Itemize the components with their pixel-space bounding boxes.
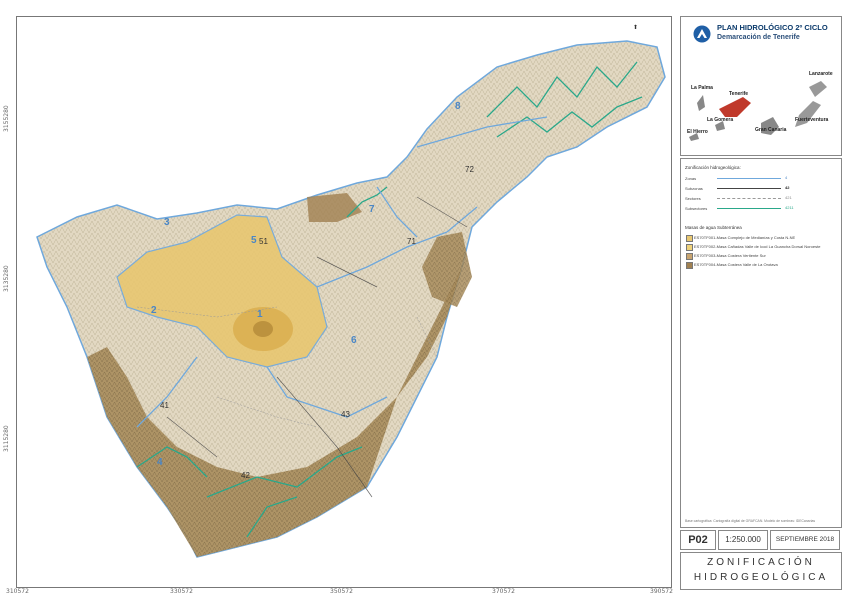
legend-val-zonas: 4: [785, 175, 788, 180]
mass-label: ES70TF001-Masa Complejo de Medianías y C…: [694, 235, 796, 240]
subzone-label-43: 43: [341, 410, 350, 419]
coord-x-label: 350572: [330, 588, 353, 595]
subzone-label-41: 41: [160, 401, 169, 410]
legend-row-zonas: Zonas: [685, 176, 697, 181]
zone-label-7: 7: [369, 204, 375, 215]
label-la-palma: La Palma: [691, 85, 713, 91]
coord-y-label: 3155280: [3, 105, 10, 132]
zone-label-6: 6: [351, 335, 357, 346]
legend-val-sectores: 421: [785, 195, 792, 200]
legend-row-subsectores: Subsectores: [685, 206, 708, 211]
logo-icon: [693, 25, 711, 43]
subzone-label-51: 51: [259, 237, 268, 246]
subzone-label-71: 71: [407, 237, 416, 246]
code-row: P02 1:250.000 SEPTIEMBRE 2018: [680, 530, 840, 550]
label-fuerteventura: Fuerteventura: [795, 117, 829, 123]
plan-subtitle: Demarcación de Tenerife: [717, 34, 800, 41]
map-scale: 1:250.000: [718, 530, 768, 550]
label-lanzarote: Lanzarote: [809, 71, 833, 77]
label-la-gomera: La Gomera: [707, 117, 734, 123]
zone-label-2: 2: [151, 305, 157, 316]
title-panel: PLAN HIDROLÓGICO 2º CICLO Demarcación de…: [680, 16, 842, 156]
zone-label-4: 4: [157, 457, 163, 468]
coord-x-label: 330572: [170, 588, 193, 595]
map-date: SEPTIEMBRE 2018: [770, 530, 840, 550]
mass-swatch: [686, 235, 693, 242]
masses-heading: Masas de agua Subterránea: [685, 225, 742, 230]
legend-panel: Zonificación hidrogeológica: Zonas 4 Sub…: [680, 158, 842, 528]
legend-row-subzonas: Subzonas: [685, 186, 703, 191]
coord-y-label: 3135280: [3, 265, 10, 292]
mass-swatch: [686, 253, 693, 260]
map-name-line1: ZONIFICACIÓN: [707, 557, 815, 568]
label-gran-canaria: Gran Canaria: [755, 127, 787, 133]
map-code: P02: [680, 530, 716, 550]
subzone-label-42: 42: [241, 471, 250, 480]
north-arrow-icon: ⬆: [633, 25, 639, 31]
legend-val-subzonas: 42: [785, 185, 790, 190]
subzone-label-72: 72: [465, 165, 474, 174]
label-tenerife: Tenerife: [729, 91, 749, 97]
map-name-panel: ZONIFICACIÓN HIDROGEOLÓGICA: [680, 552, 842, 590]
plan-title: PLAN HIDROLÓGICO 2º CICLO: [717, 23, 828, 32]
legend-val-subsectores: 4211: [785, 205, 794, 210]
legend-heading: Zonificación hidrogeológica:: [685, 165, 741, 170]
mass-swatch: [686, 262, 693, 269]
coord-y-label: 3115280: [3, 425, 10, 452]
map-credits: Base cartográfica: Cartografía digital d…: [685, 519, 816, 523]
mass-label: ES70TF003-Masa Costera Vertiente Sur: [694, 253, 766, 258]
coord-x-label: 370572: [492, 588, 515, 595]
header-title: PLAN HIDROLÓGICO 2º CICLO Demarcación de…: [717, 23, 828, 43]
map-frame: 1 2 3 4 5 6 7 8 41 42 43 51 71 72: [16, 16, 672, 588]
mass-label: ES70TF004-Masa Costera Valle de La Orota…: [694, 262, 778, 267]
legend-row-sectores: Sectores: [685, 196, 701, 201]
coord-x-label: 310572: [6, 588, 29, 595]
teide-summit: [253, 321, 273, 337]
tenerife-map: [36, 40, 666, 558]
zone-label-1: 1: [257, 309, 263, 320]
mass-label: ES70TF002-Masa Cañadas Valle de Icod La …: [694, 244, 821, 249]
map-name-line2: HIDROGEOLÓGICA: [693, 572, 829, 583]
mass-swatch: [686, 244, 693, 251]
zone-label-5: 5: [251, 235, 257, 246]
zone-label-3: 3: [164, 217, 170, 228]
canary-islands-locator: [689, 81, 827, 141]
zone-label-8: 8: [455, 101, 461, 112]
coord-x-label: 390572: [650, 588, 673, 595]
label-el-hierro: El Hierro: [687, 129, 708, 135]
